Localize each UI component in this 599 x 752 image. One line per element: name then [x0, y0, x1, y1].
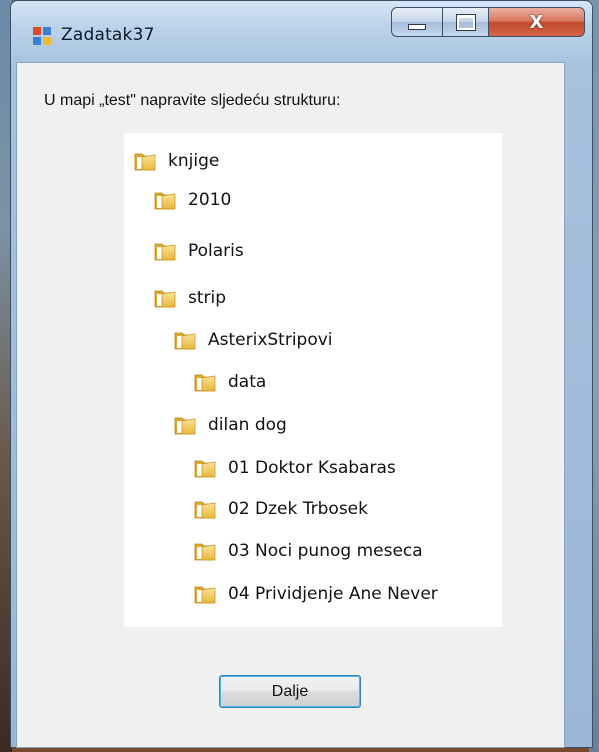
folder-icon [194, 460, 216, 478]
folder-tree-panel: knjige 2010 Polaris strip AsterixStripovi dat… [124, 133, 502, 627]
tree-item[interactable]: 04 Prividjenje Ane Never [194, 579, 438, 609]
tree-item[interactable]: dilan dog [174, 410, 287, 440]
folder-icon [174, 417, 196, 435]
folder-icon [194, 501, 216, 519]
tree-item[interactable]: data [194, 367, 266, 397]
tree-item[interactable]: 2010 [154, 185, 231, 215]
folder-icon [194, 543, 216, 561]
close-icon: X [529, 11, 544, 33]
tree-item[interactable]: strip [154, 283, 226, 313]
folder-icon [174, 332, 196, 350]
tree-item-label: Polaris [188, 241, 244, 261]
tree-item-label: 03 Noci punog meseca [228, 541, 423, 561]
tree-item-label: 02 Dzek Trbosek [228, 499, 368, 519]
window-controls: X [391, 7, 585, 37]
folder-icon [154, 243, 176, 261]
instruction-text: U mapi „test" napravite sljedeću struktu… [44, 92, 341, 109]
tree-item-label: 2010 [188, 190, 232, 210]
minimize-icon [408, 24, 426, 30]
tree-item-label: 01 Doktor Ksabaras [228, 458, 396, 478]
folder-icon [194, 374, 216, 392]
app-icon[interactable] [33, 27, 51, 45]
tree-item[interactable]: 02 Dzek Trbosek [194, 494, 368, 524]
folder-icon [194, 586, 216, 604]
tree-item-label: dilan dog [208, 415, 287, 435]
minimize-button[interactable] [391, 7, 443, 37]
tree-item[interactable]: 03 Noci punog meseca [194, 536, 423, 566]
next-button[interactable]: Dalje [219, 675, 361, 708]
tree-item-label: strip [188, 288, 227, 308]
folder-icon [154, 290, 176, 308]
folder-icon [134, 153, 156, 171]
tree-item-label: AsterixStripovi [208, 330, 333, 350]
tree-item[interactable]: AsterixStripovi [174, 325, 333, 355]
maximize-button[interactable] [443, 7, 489, 37]
tree-item[interactable]: 01 Doktor Ksabaras [194, 453, 396, 483]
title-bar[interactable]: Zadatak37 X [11, 1, 592, 63]
window-title: Zadatak37 [61, 25, 155, 45]
tree-item[interactable]: knjige [134, 146, 219, 176]
close-button[interactable]: X [489, 7, 585, 37]
tree-item-label: knjige [168, 151, 220, 171]
tree-item-label: 04 Prividjenje Ane Never [228, 584, 438, 604]
folder-icon [154, 192, 176, 210]
tree-item-label: data [228, 372, 267, 392]
maximize-icon [455, 13, 476, 31]
tree-item[interactable]: Polaris [154, 236, 244, 266]
